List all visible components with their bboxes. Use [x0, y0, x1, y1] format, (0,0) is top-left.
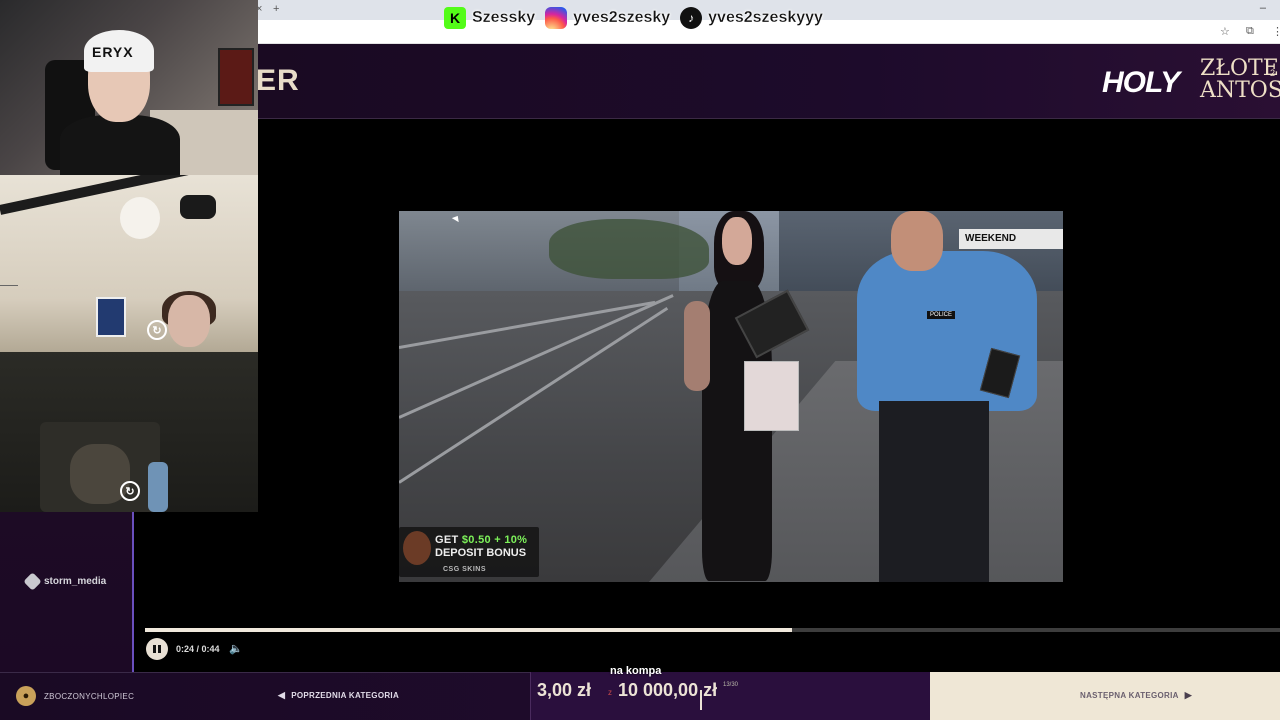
volume-icon[interactable]: 🔈	[229, 642, 243, 655]
elgato-icon: ↻	[147, 320, 167, 340]
ad-character-icon	[403, 531, 431, 565]
storm-logo-icon	[23, 572, 42, 591]
header-partial-title: ER	[256, 64, 300, 97]
mic-arm	[0, 175, 197, 215]
amount-separator: z	[608, 688, 612, 697]
webcam-guest-2: ↻	[0, 352, 258, 512]
ad-bonus: DEPOSIT BONUS	[435, 547, 527, 559]
goal-marker	[700, 690, 702, 710]
event-title: ZŁOTE ANTOSI	[1200, 58, 1280, 102]
ad-brand: CSG SKINS	[443, 566, 487, 573]
water-bottle	[148, 462, 168, 512]
shopping-bag	[744, 361, 799, 431]
user-avatar-icon: ●	[16, 686, 36, 706]
prev-category-button[interactable]: ◀ POPRZEDNIA KATEGORIA	[278, 690, 399, 701]
paper-lamp	[120, 197, 160, 239]
social-overlay: K Szessky yves2szesky ♪ yves2szeskyyy	[444, 4, 827, 32]
guard-badge: POLICE	[927, 311, 956, 319]
guard-figure: POLICE	[839, 211, 1063, 582]
goal-label: na kompa	[610, 665, 662, 677]
prev-category-label: POPRZEDNIA KATEGORIA	[291, 691, 400, 700]
arrow-right-icon: ▶	[1184, 690, 1192, 700]
tiktok-handle: yves2szeskyyy	[708, 9, 823, 26]
beanie-logo: ERYX	[92, 44, 134, 60]
kick-icon: K	[444, 7, 466, 29]
wall-poster	[218, 48, 254, 106]
bookmark-star-icon[interactable]: ☆	[1220, 25, 1230, 38]
guest-face	[168, 295, 210, 347]
username: ZBOCZONYCHLOPIEC	[44, 691, 135, 701]
webcam-streamer: ERYX	[0, 0, 258, 175]
progress-bar[interactable]	[145, 628, 1280, 632]
sponsor-ad[interactable]: GET $0.50 + 10% DEPOSIT BONUS CSG SKINS	[399, 527, 539, 577]
instagram-handle: yves2szesky	[573, 9, 671, 26]
progress-fill	[145, 628, 792, 632]
pause-icon	[158, 645, 161, 653]
ad-offer-prefix: GET	[435, 534, 462, 546]
microphone-icon	[180, 195, 216, 219]
woman-arm	[684, 301, 710, 391]
arrow-left-icon: ◀	[278, 690, 286, 700]
guard-head	[891, 211, 943, 271]
extension-icon[interactable]: ⧉	[1246, 25, 1254, 38]
pause-button[interactable]	[146, 638, 168, 660]
tiktok-icon: ♪	[680, 7, 703, 29]
new-tab-button[interactable]: +	[273, 3, 279, 15]
event-title-line2: ANTOSI	[1200, 78, 1280, 103]
browser-menu-icon[interactable]: ⋮	[1272, 25, 1280, 38]
ad-offer: GET $0.50 + 10%	[435, 534, 527, 546]
goal-count: 13/30	[723, 682, 739, 688]
wall-picture	[96, 297, 126, 337]
kick-handle: Szessky	[472, 9, 536, 26]
brand-logo: storm_media	[23, 572, 107, 591]
brand-name: storm_media	[44, 576, 107, 587]
video-frame[interactable]: WEEKEND POLICE GET $0.50 + 10% DEPOSIT B…	[399, 211, 1063, 582]
guard-pants	[879, 401, 989, 582]
wall-divider	[0, 285, 18, 286]
pause-icon	[153, 645, 156, 653]
instagram-icon	[545, 7, 568, 29]
event-title-line1: ZŁOTE	[1200, 56, 1279, 81]
time-display: 0:24 / 0:44	[176, 644, 220, 654]
left-sidebar: storm_media	[0, 512, 134, 672]
user-chip[interactable]: ● ZBOCZONYCHLOPIEC	[16, 686, 134, 706]
target-amount: 10 000,00 zł	[618, 680, 718, 700]
event-year: 2	[1270, 68, 1276, 78]
woman-face	[722, 217, 752, 265]
site-header: ER HOLY ZŁOTE ANTOSI 2	[256, 44, 1280, 119]
streamer-shirt	[60, 115, 180, 175]
next-category-label: NASTĘPNA KATEGORIA	[1080, 691, 1179, 700]
ad-offer-amount: $0.50 + 10%	[461, 534, 528, 546]
window-minimize-button[interactable]: –	[1260, 2, 1266, 14]
holy-logo: HOLY	[1102, 66, 1180, 99]
current-amount: 3,00 zł	[537, 680, 592, 700]
next-category-button[interactable]: NASTĘPNA KATEGORIA ▶	[1080, 690, 1192, 701]
elgato-icon: ↻	[120, 481, 140, 501]
webcam-guest-1: ↻	[0, 175, 258, 352]
stream-screen: × + – ☆ ⧉ ⋮ ER HOLY ZŁOTE ANTOSI 2 WEEKE…	[0, 0, 1280, 720]
